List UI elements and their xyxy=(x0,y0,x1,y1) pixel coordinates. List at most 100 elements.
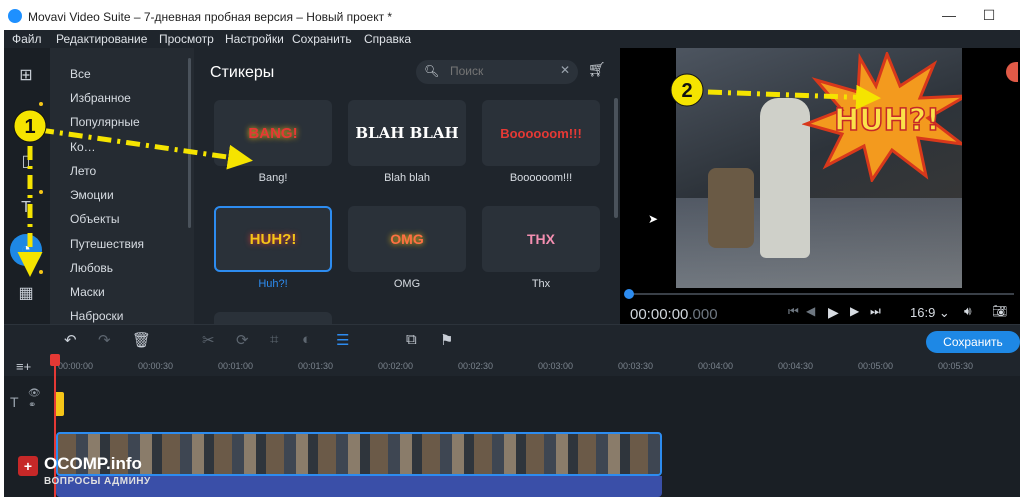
ruler-tick: 00:04:30 xyxy=(778,361,814,371)
ruler-tick: 00:03:00 xyxy=(538,361,574,371)
filters-icon[interactable]: ▯ xyxy=(10,146,42,178)
preview-progress-bar[interactable] xyxy=(626,293,1014,295)
ruler-tick: 00:01:00 xyxy=(218,361,254,371)
sticker-label: Boooooom!!! xyxy=(509,172,573,184)
timeline-ruler[interactable]: ≡+ 00:00:00 00:00:30 00:01:00 00:01:30 0… xyxy=(4,356,1020,376)
handle-tab[interactable] xyxy=(1006,62,1018,82)
category-all[interactable]: Все xyxy=(70,67,91,81)
color-adjust-icon[interactable]: ◐ xyxy=(302,331,311,348)
clear-search-icon[interactable]: ✕ xyxy=(560,63,570,77)
rotate-icon[interactable]: ⟳ xyxy=(236,331,249,349)
sticker-label: Blah blah xyxy=(384,172,430,184)
new-badge-dot xyxy=(39,270,43,274)
category-comics[interactable]: Ко… xyxy=(70,140,96,154)
undo-icon[interactable]: ↶ xyxy=(64,331,77,349)
sticker-label: OMG xyxy=(393,278,421,290)
sticker-tile-bang[interactable]: BANG! xyxy=(214,100,332,166)
video-frame: HUH?! xyxy=(676,48,962,288)
category-love[interactable]: Любовь xyxy=(70,261,113,275)
timecode-main: 00:00:00 xyxy=(630,306,689,323)
aspect-ratio-select[interactable]: 16:9 ⌄ xyxy=(910,305,950,321)
sticker-art: BLAH BLAH xyxy=(355,124,459,142)
scene-figure-left xyxy=(708,168,754,248)
menu-edit[interactable]: Редактирование xyxy=(56,32,147,46)
stickers-icon[interactable]: ◔ xyxy=(10,234,42,266)
cut-icon[interactable]: ✂ xyxy=(202,331,215,349)
title-bar: Movavi Video Suite – 7-дневная пробная в… xyxy=(4,4,1020,30)
huh-sticker-overlay[interactable]: HUH?! xyxy=(802,52,962,182)
preview-playhead[interactable] xyxy=(624,289,634,299)
menu-help[interactable]: Справка xyxy=(364,32,411,46)
stickers-panel: Стикеры 🔍︎ ✕ 🛒︎ BANG! Bang! BLAH BLAH Bl… xyxy=(194,48,620,324)
ruler-tick: 00:03:30 xyxy=(618,361,654,371)
titles-icon[interactable]: T xyxy=(10,192,42,224)
skip-end-icon[interactable]: ⏭ xyxy=(870,304,881,319)
save-button[interactable]: Сохранить xyxy=(926,331,1020,353)
panel-title: Стикеры xyxy=(210,64,275,81)
app-window: Movavi Video Suite – 7-дневная пробная в… xyxy=(4,4,1020,497)
sticker-label: Bang! xyxy=(258,172,288,184)
category-favorites[interactable]: Избранное xyxy=(70,91,131,105)
watermark: + OCOMP.info ВОПРОСЫ АДМИНУ xyxy=(12,452,212,492)
watermark-subtitle: ВОПРОСЫ АДМИНУ xyxy=(44,476,151,487)
store-cart-icon[interactable]: 🛒︎ xyxy=(588,61,606,78)
sticker-tile-omg[interactable]: OMG xyxy=(348,206,466,272)
add-track-icon[interactable]: ≡+ xyxy=(16,359,31,374)
snapshot-icon[interactable]: 📷︎ xyxy=(992,304,1007,318)
sticker-tile-thx[interactable]: THX xyxy=(482,206,600,272)
maximize-button[interactable]: ☐ xyxy=(979,7,999,27)
more-tools-icon[interactable]: ▦ xyxy=(10,278,42,310)
category-travel[interactable]: Путешествия xyxy=(70,237,144,251)
sticker-tile-blah[interactable]: BLAH BLAH xyxy=(348,100,466,166)
sticker-art: BANG! xyxy=(248,124,298,142)
window-title: Movavi Video Suite – 7-дневная пробная в… xyxy=(28,10,393,24)
menu-bar: Файл Редактирование Просмотр Настройки С… xyxy=(4,30,1020,48)
search-icon: 🔍︎ xyxy=(424,64,440,78)
text-track-icon: T xyxy=(10,394,19,410)
menu-view[interactable]: Просмотр xyxy=(159,32,214,46)
clip-properties-icon[interactable]: ☰ xyxy=(336,331,349,349)
category-masks[interactable]: Маски xyxy=(70,285,105,299)
crop-icon[interactable]: ⌗ xyxy=(270,331,278,348)
volume-icon[interactable]: 🔊︎ xyxy=(964,304,972,319)
sticker-search: 🔍︎ ✕ xyxy=(416,60,578,84)
marker-flag-icon[interactable]: ⚑ xyxy=(440,331,453,349)
ruler-tick: 00:01:30 xyxy=(298,361,334,371)
next-frame-icon[interactable]: ▶︎ xyxy=(850,304,859,318)
categories-scrollbar[interactable] xyxy=(188,58,191,228)
ruler-tick: 00:02:30 xyxy=(458,361,494,371)
sticker-tile-huh[interactable]: HUH?! xyxy=(214,206,332,272)
category-emotions[interactable]: Эмоции xyxy=(70,188,114,202)
sticker-art: OMG xyxy=(390,231,424,247)
watermark-brand: OCOMP.info xyxy=(44,454,142,473)
link-icon[interactable]: ⚭ xyxy=(28,400,36,411)
category-sketches[interactable]: Наброски xyxy=(70,309,124,323)
stickers-scrollbar[interactable] xyxy=(614,98,618,218)
menu-file[interactable]: Файл xyxy=(12,32,42,46)
menu-save[interactable]: Сохранить xyxy=(292,32,352,46)
visibility-eye-icon[interactable]: 👁︎ xyxy=(28,388,41,399)
category-objects[interactable]: Объекты xyxy=(70,212,120,226)
search-input[interactable] xyxy=(450,64,550,78)
category-summer[interactable]: Лето xyxy=(70,164,96,178)
sticker-art: Boooooom!!! xyxy=(500,125,582,141)
delete-icon[interactable]: 🗑︎ xyxy=(132,331,151,349)
sticker-tile-boom[interactable]: Boooooom!!! xyxy=(482,100,600,166)
sticker-tile-partial[interactable] xyxy=(214,312,332,324)
category-popular[interactable]: Популярные xyxy=(70,115,140,129)
minimize-button[interactable]: — xyxy=(939,7,959,27)
timecode-ms: .000 xyxy=(688,306,718,323)
playhead-handle[interactable] xyxy=(50,354,60,366)
edit-toolbar: ↶ ↷ 🗑︎ ✂ ⟳ ⌗ ◐ ☰ ⧉ ⚑ Сохранить xyxy=(4,324,1020,356)
sticker-art: HUH?! xyxy=(249,230,297,248)
play-icon[interactable]: ▶︎ xyxy=(828,304,839,321)
sticker-art: THX xyxy=(527,231,555,247)
skip-start-icon[interactable]: ⏮ xyxy=(788,304,799,319)
menu-settings[interactable]: Настройки xyxy=(225,32,284,46)
prev-frame-icon[interactable]: ◀︎ xyxy=(806,304,815,318)
overlay-icon[interactable]: ⧉ xyxy=(406,331,417,348)
import-icon[interactable]: ⊞ xyxy=(10,60,42,92)
redo-icon[interactable]: ↷ xyxy=(98,331,111,349)
preview-player: HUH?! ➤ 00:00:00.000 ⏮ ◀︎ ▶︎ ▶︎ ⏭ 16:9 ⌄… xyxy=(620,48,1020,324)
sticker-label-selected: Huh?! xyxy=(258,278,288,290)
